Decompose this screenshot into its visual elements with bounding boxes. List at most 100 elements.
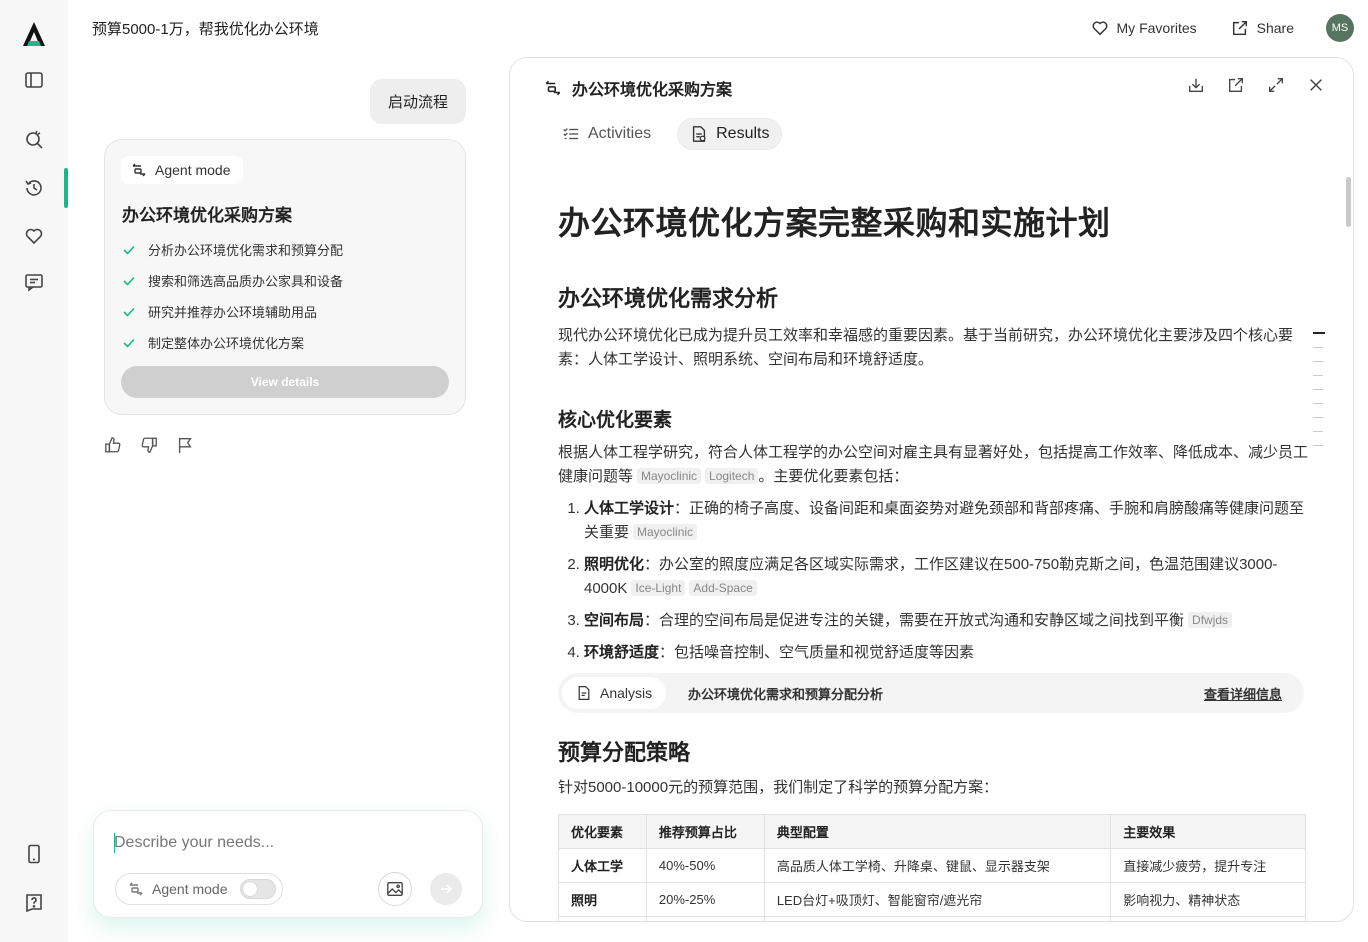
needs-input[interactable]: [114, 831, 454, 855]
agent-step: 制定整体办公环境优化方案: [122, 327, 343, 358]
image-icon: [386, 880, 404, 898]
tab-results-label: Results: [716, 125, 770, 142]
agent-mode-icon: [131, 162, 147, 178]
section-heading: 办公环境优化需求分析: [558, 286, 779, 311]
send-button[interactable]: [430, 873, 462, 905]
history-icon[interactable]: [22, 176, 46, 200]
agent-step: 研究并推荐办公环境辅助用品: [122, 296, 343, 327]
table-row: 人体工学 40%-50% 高品质人体工学椅、升降桌、键鼠、显示器支架 直接减少疲…: [558, 848, 1306, 883]
check-icon: [122, 305, 136, 319]
view-details-button[interactable]: View details: [121, 366, 449, 398]
thumbs-up-icon[interactable]: [104, 436, 122, 454]
citation-badge[interactable]: Add-Space: [689, 580, 757, 596]
table-header-cell: 主要效果: [1110, 814, 1306, 849]
share-icon[interactable]: [1227, 76, 1245, 94]
results-panel: 办公环境优化采购方案 Activities Results 办公环境优化方案完整…: [509, 57, 1354, 922]
conversation-title: 预算5000-1万，帮我优化办公环境: [92, 21, 319, 38]
mobile-icon[interactable]: [22, 842, 46, 866]
agent-flow-icon: [544, 79, 562, 97]
check-icon: [122, 243, 136, 257]
view-details-link[interactable]: 查看详细信息: [1204, 684, 1282, 703]
citation-badge[interactable]: Mayoclinic: [633, 524, 698, 540]
table-header-cell: 优化要素: [558, 814, 647, 849]
table-cell: 照明: [558, 882, 647, 917]
upload-image-button[interactable]: [378, 872, 412, 906]
table-cell: 20%-25%: [645, 882, 765, 917]
list-item: 照明优化：办公室的照度应满足各区域实际需求，工作区建议在500-750勒克斯之间…: [584, 553, 1308, 601]
agent-mode-toggle-label: Agent mode: [152, 881, 228, 897]
toc-indicator[interactable]: [1313, 332, 1325, 459]
new-search-icon[interactable]: [22, 128, 46, 152]
share-label: Share: [1256, 20, 1294, 36]
panel-header: 办公环境优化采购方案: [544, 76, 732, 100]
avatar[interactable]: MS: [1326, 14, 1354, 42]
expand-icon[interactable]: [1267, 76, 1285, 94]
user-message-bubble: 启动流程: [370, 79, 466, 124]
list-item-text: ：办公室的照度应满足各区域实际需求，工作区建议在500-750勒克斯之间，色温范…: [584, 556, 1278, 597]
share-button[interactable]: Share: [1231, 19, 1294, 37]
favorites-icon[interactable]: [22, 224, 46, 248]
list-item-title: 空间布局: [584, 612, 645, 629]
agent-step: 分析办公环境优化需求和预算分配: [122, 234, 343, 265]
agent-mode-chip: Agent mode: [121, 156, 243, 184]
sidebar-toggle-icon[interactable]: [22, 68, 46, 92]
table-row: 照明 20%-25% LED台灯+吸顶灯、智能窗帘/遮光帘 影响视力、精神状态: [558, 882, 1306, 917]
agent-task-card: Agent mode 办公环境优化采购方案 分析办公环境优化需求和预算分配 搜索…: [104, 139, 466, 415]
agent-step-label: 搜索和筛选高品质办公家具和设备: [148, 274, 344, 289]
my-favorites-label: My Favorites: [1116, 20, 1197, 36]
tab-activities[interactable]: Activities: [550, 118, 663, 150]
section-heading: 核心优化要素: [558, 410, 673, 431]
logo-icon[interactable]: [22, 22, 46, 46]
budget-table: 优化要素 推荐预算占比 典型配置 主要效果 人体工学 40%-50% 高品质人体…: [558, 814, 1306, 921]
agent-mode-toggle[interactable]: Agent mode: [115, 873, 283, 905]
analysis-title: 办公环境优化需求和预算分配分析: [688, 687, 884, 702]
check-icon: [122, 274, 136, 288]
analysis-bar: Analysis 办公环境优化需求和预算分配分析 查看详细信息: [558, 673, 1304, 713]
agent-step-label: 研究并推荐办公环境辅助用品: [148, 305, 318, 320]
citation-badge[interactable]: Ice-Light: [631, 580, 686, 596]
list-icon: [562, 125, 580, 143]
agent-mode-label: Agent mode: [155, 162, 231, 178]
my-favorites-button[interactable]: My Favorites: [1091, 19, 1197, 37]
messages-icon[interactable]: [22, 270, 46, 294]
result-document: 办公环境优化方案完整采购和实施计划 办公环境优化需求分析 现代办公环境优化已成为…: [558, 198, 1308, 921]
citation-badge[interactable]: Mayoclinic: [637, 468, 702, 484]
close-icon[interactable]: [1307, 76, 1325, 94]
agent-steps-list: 分析办公环境优化需求和预算分配 搜索和筛选高品质办公家具和设备 研究并推荐办公环…: [122, 234, 343, 358]
download-icon[interactable]: [1187, 76, 1205, 94]
toc-mark[interactable]: [1313, 417, 1323, 418]
toc-mark[interactable]: [1313, 403, 1323, 404]
toc-mark[interactable]: [1313, 431, 1323, 432]
tab-results[interactable]: Results: [677, 118, 783, 150]
table-cell: 直接减少疲劳，提升专注: [1110, 848, 1306, 883]
check-icon: [122, 336, 136, 350]
table-cell: LED台灯+吸顶灯、智能窗帘/遮光帘: [763, 882, 1112, 917]
help-icon[interactable]: [22, 890, 46, 914]
section-paragraph: 现代办公环境优化已成为提升员工效率和幸福感的重要因素。基于当前研究，办公环境优化…: [558, 327, 1294, 368]
panel-scrollbar[interactable]: [1346, 177, 1351, 227]
section-paragraph: 针对5000-10000元的预算范围，我们制定了科学的预算分配方案：: [558, 779, 999, 796]
agent-mode-switch[interactable]: [239, 879, 276, 899]
toc-mark[interactable]: [1313, 389, 1323, 390]
flag-icon[interactable]: [176, 436, 194, 454]
agent-step: 搜索和筛选高品质办公家具和设备: [122, 265, 343, 296]
list-item-title: 环境舒适度: [584, 644, 660, 661]
toc-mark[interactable]: [1313, 445, 1323, 446]
table-row: [558, 916, 1306, 921]
toc-mark[interactable]: [1313, 347, 1323, 348]
agent-mode-icon: [128, 881, 144, 897]
list-item-title: 照明优化: [584, 556, 645, 573]
list-item-text: ：包括噪音控制、空气质量和视觉舒适度等因素: [659, 644, 975, 661]
table-cell: 40%-50%: [645, 848, 765, 883]
analysis-chip-label: Analysis: [600, 685, 653, 701]
toc-mark[interactable]: [1313, 361, 1323, 362]
toc-mark[interactable]: [1313, 375, 1323, 376]
arrow-right-icon: [438, 881, 454, 897]
analysis-chip[interactable]: Analysis: [562, 677, 667, 709]
thumbs-down-icon[interactable]: [140, 436, 158, 454]
table-cell: [645, 916, 765, 921]
citation-badge[interactable]: Logitech: [705, 468, 759, 484]
toc-mark-active[interactable]: [1313, 332, 1325, 334]
citation-badge[interactable]: Dfwjds: [1188, 612, 1233, 628]
table-cell: [558, 916, 647, 921]
